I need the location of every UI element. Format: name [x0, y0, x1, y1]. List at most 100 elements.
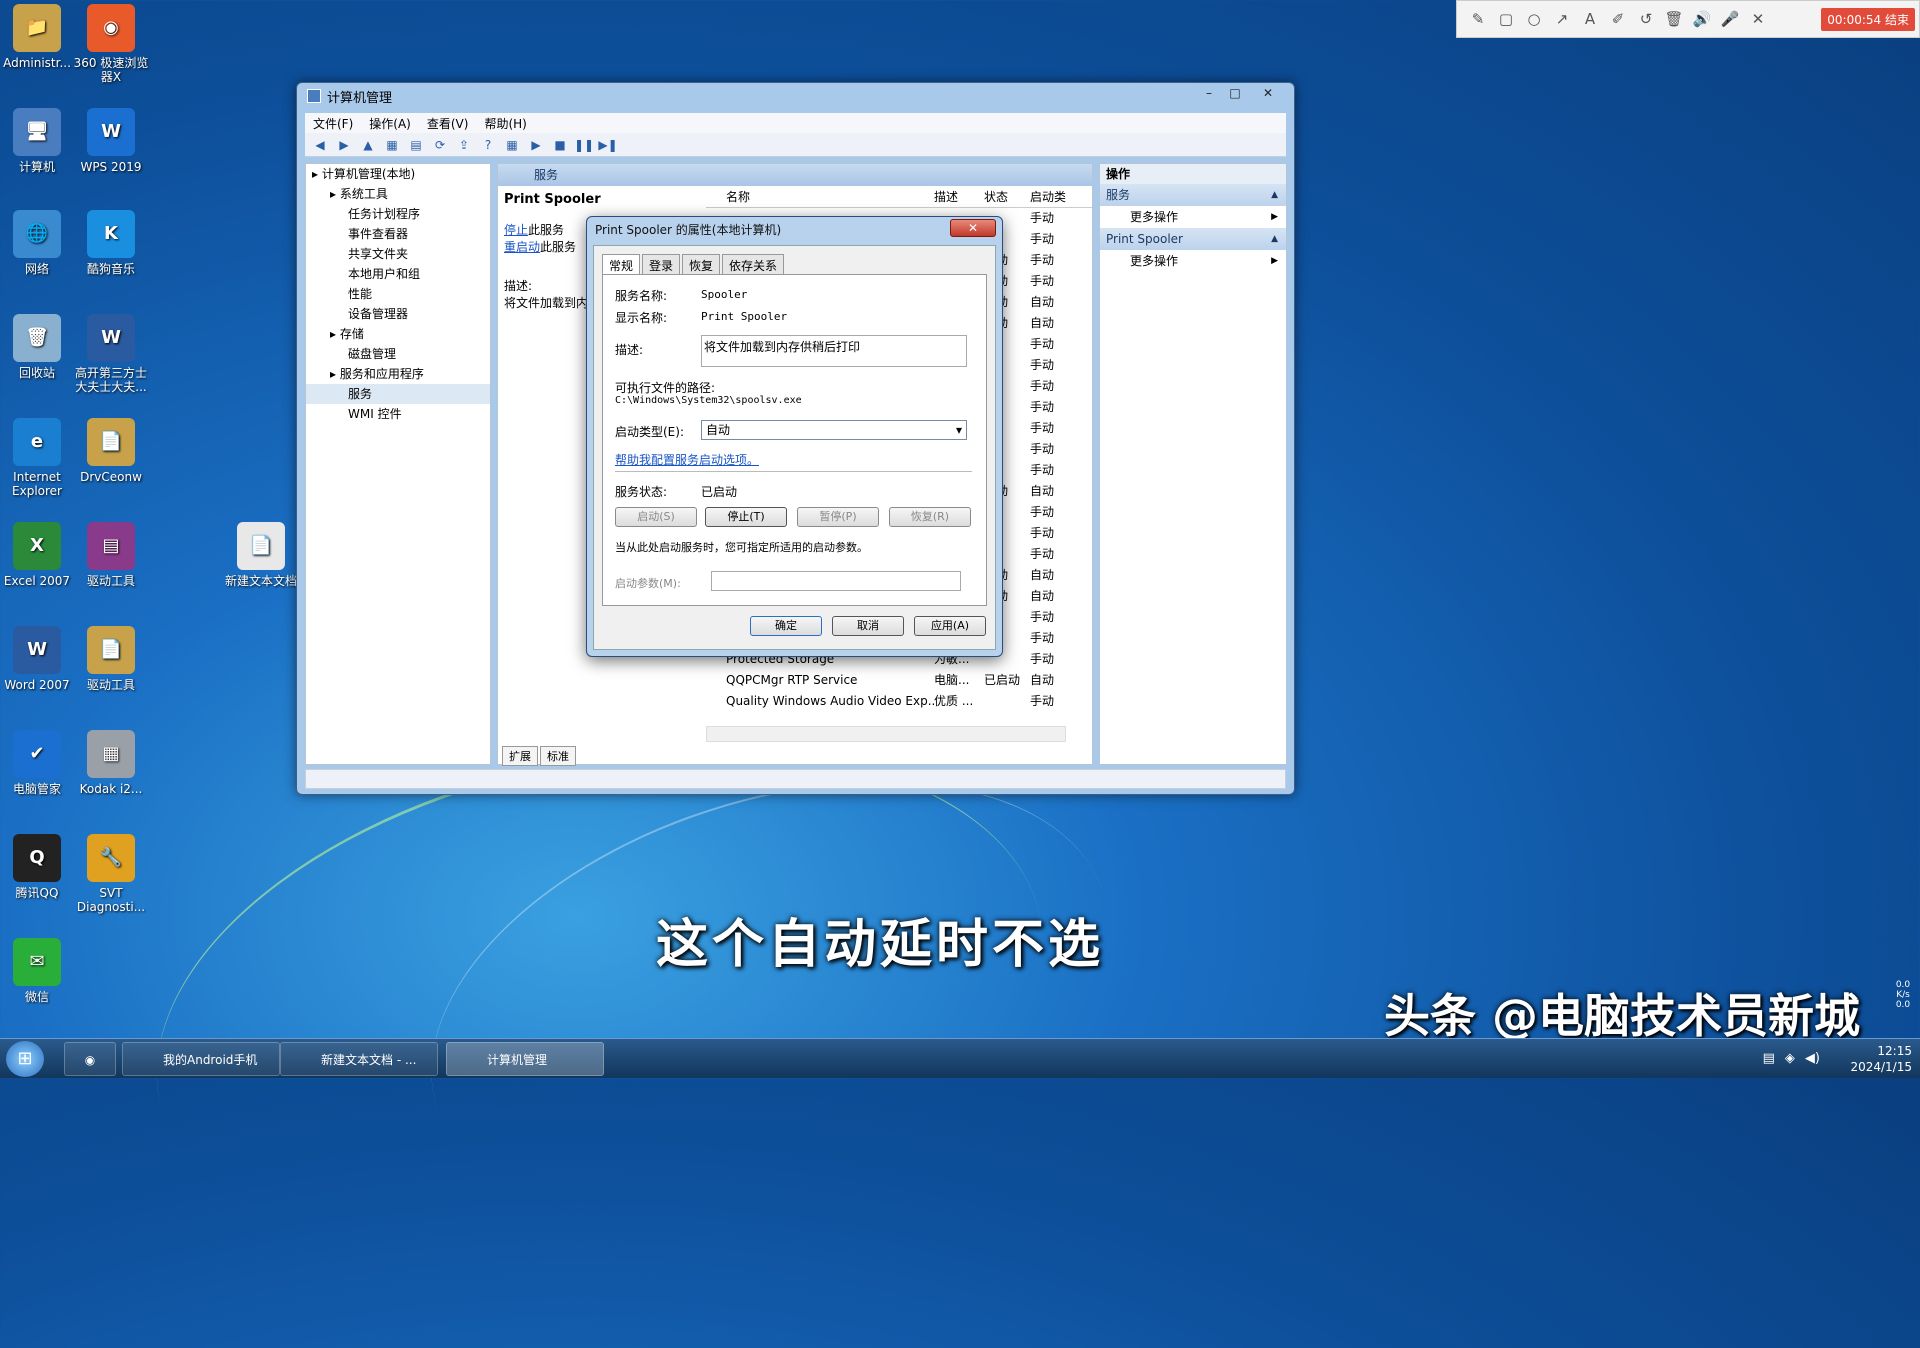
menu-item[interactable]: 操作(A)	[369, 115, 411, 132]
toolbar-button[interactable]: ▦	[383, 137, 401, 153]
dialog-tab[interactable]: 登录	[642, 254, 681, 276]
col-name[interactable]: 名称	[706, 186, 934, 207]
recorder-tool-icon[interactable]: ▢	[1495, 8, 1517, 30]
tree-item[interactable]: 设备管理器	[306, 304, 490, 324]
minimize-button[interactable]: –	[1196, 85, 1222, 103]
dialog-tab[interactable]: 依存关系	[722, 254, 785, 276]
menu-item[interactable]: 查看(V)	[427, 115, 469, 132]
horizontal-scrollbar[interactable]	[706, 726, 1066, 742]
tree-item[interactable]: 本地用户和组	[306, 264, 490, 284]
tree-item[interactable]: 事件查看器	[306, 224, 490, 244]
recorder-tool-icon[interactable]: ✕	[1747, 8, 1769, 30]
table-row[interactable]: QQPCMgr RTP Service 电脑... 已启动 自动	[706, 670, 1092, 691]
maximize-button[interactable]: □	[1222, 85, 1248, 103]
dialog-tab[interactable]: 常规	[602, 254, 641, 276]
toolbar-button[interactable]: ?	[479, 137, 497, 153]
desktop-icon[interactable]: 📄 DrvCeonw	[72, 418, 150, 484]
toolbar-button[interactable]: ▦	[503, 137, 521, 153]
tree-item[interactable]: ▸ 计算机管理(本地)	[306, 164, 490, 184]
description-field[interactable]: 将文件加载到内存供稍后打印	[701, 335, 967, 367]
toolbar-button[interactable]: ▶❚	[598, 137, 617, 153]
toolbar-button[interactable]: ⟳	[431, 137, 449, 153]
desktop-icon[interactable]: W Word 2007	[0, 626, 76, 692]
desktop-icon[interactable]: ▦ Kodak i2...	[72, 730, 150, 796]
tray-network-icon[interactable]: ▤	[1763, 1051, 1775, 1066]
action-section[interactable]: Print Spooler	[1100, 228, 1286, 250]
start-button[interactable]: ⊞	[6, 1041, 44, 1077]
action-more[interactable]: 更多操作	[1100, 250, 1286, 272]
desktop-icon[interactable]: 🔧 SVT Diagnosti...	[72, 834, 150, 914]
window-titlebar[interactable]: 计算机管理	[297, 83, 1294, 109]
apply-button[interactable]: 应用(A)	[914, 616, 986, 636]
taskbar-button[interactable]: 新建文本文档 - ...	[280, 1042, 438, 1076]
startup-help-link[interactable]: 帮助我配置服务启动选项。	[615, 451, 759, 468]
recorder-tool-icon[interactable]: ○	[1523, 8, 1545, 30]
tree-item[interactable]: ▸ 服务和应用程序	[306, 364, 490, 384]
recorder-timer-button[interactable]: 00:00:54 结束	[1821, 7, 1915, 31]
dialog-tab[interactable]: 恢复	[682, 254, 721, 276]
desktop-icon[interactable]: 🖥 计算机	[0, 108, 76, 174]
tray-volume-icon[interactable]: ◀)	[1805, 1051, 1820, 1066]
view-tab[interactable]: 标准	[540, 746, 576, 766]
tree-item[interactable]: ▸ 系统工具	[306, 184, 490, 204]
dialog-close-button[interactable]: ✕	[950, 219, 996, 237]
tree-item[interactable]: 服务	[306, 384, 490, 404]
toolbar-button[interactable]: ▤	[407, 137, 425, 153]
col-state[interactable]: 状态	[984, 186, 1030, 207]
start-service-button[interactable]: 启动(S)	[615, 507, 697, 527]
toolbar-button[interactable]: ◀	[311, 137, 329, 153]
stop-service-link[interactable]: 停止	[504, 223, 528, 237]
toolbar-button[interactable]: ▲	[359, 137, 377, 153]
stop-service-button[interactable]: 停止(T)	[705, 507, 787, 527]
close-button[interactable]: ✕	[1248, 85, 1288, 103]
pause-service-button[interactable]: 暂停(P)	[797, 507, 879, 527]
tree-item[interactable]: ▸ 存储	[306, 324, 490, 344]
desktop-icon[interactable]: ✉ 微信	[0, 938, 76, 1004]
recorder-tool-icon[interactable]: 🗑	[1663, 8, 1685, 30]
tree-item[interactable]: 任务计划程序	[306, 204, 490, 224]
toolbar-button[interactable]: ⇪	[455, 137, 473, 153]
desktop-icon[interactable]: X Excel 2007	[0, 522, 76, 588]
desktop-icon[interactable]: 📄 新建文本文档	[222, 522, 300, 588]
desktop-icon[interactable]: 🗑 回收站	[0, 314, 76, 380]
toolbar-button[interactable]: ■	[551, 137, 569, 153]
tree-item[interactable]: 性能	[306, 284, 490, 304]
desktop-icon[interactable]: W 高开第三方士大夫士大夫...	[72, 314, 150, 394]
startup-type-select[interactable]: 自动	[701, 420, 967, 440]
desktop-icon[interactable]: W WPS 2019	[72, 108, 150, 174]
action-section[interactable]: 服务	[1100, 184, 1286, 206]
action-more[interactable]: 更多操作	[1100, 206, 1286, 228]
recorder-tool-icon[interactable]: ↗	[1551, 8, 1573, 30]
cancel-button[interactable]: 取消	[832, 616, 904, 636]
clock[interactable]: 12:15 2024/1/15	[1850, 1039, 1912, 1079]
desktop-icon[interactable]: Q 腾讯QQ	[0, 834, 76, 900]
tree-item[interactable]: 磁盘管理	[306, 344, 490, 364]
recorder-tool-icon[interactable]: A	[1579, 8, 1601, 30]
tree-item[interactable]: WMI 控件	[306, 404, 490, 424]
menu-item[interactable]: 文件(F)	[313, 115, 353, 132]
desktop-icon[interactable]: ✔ 电脑管家	[0, 730, 76, 796]
menu-item[interactable]: 帮助(H)	[484, 115, 526, 132]
ok-button[interactable]: 确定	[750, 616, 822, 636]
col-desc[interactable]: 描述	[934, 186, 984, 207]
recorder-tool-icon[interactable]: 🎤	[1719, 8, 1741, 30]
desktop-icon[interactable]: K 酷狗音乐	[72, 210, 150, 276]
recorder-tool-icon[interactable]: ✐	[1607, 8, 1629, 30]
recorder-tool-icon[interactable]: ↺	[1635, 8, 1657, 30]
desktop-icon[interactable]: e Internet Explorer	[0, 418, 76, 498]
table-row[interactable]: Quality Windows Audio Video Exp... 优质 ...…	[706, 691, 1092, 712]
start-params-input[interactable]	[711, 571, 961, 591]
taskbar-button[interactable]: 计算机管理	[446, 1042, 604, 1076]
desktop-icon[interactable]: 🌐 网络	[0, 210, 76, 276]
toolbar-button[interactable]: ▶	[335, 137, 353, 153]
taskbar-button[interactable]: 我的Android手机	[122, 1042, 280, 1076]
taskbar-button[interactable]: ◉	[64, 1042, 116, 1076]
desktop-icon[interactable]: ◉ 360 极速浏览器X	[72, 4, 150, 84]
restart-service-link[interactable]: 重启动	[504, 240, 540, 254]
desktop-icon[interactable]: ▤ 驱动工具	[72, 522, 150, 588]
tree-item[interactable]: 共享文件夹	[306, 244, 490, 264]
col-startup[interactable]: 启动类	[1030, 186, 1070, 207]
tray-shield-icon[interactable]: ◈	[1785, 1051, 1795, 1066]
view-tab[interactable]: 扩展	[502, 746, 538, 766]
desktop-icon[interactable]: 📄 驱动工具	[72, 626, 150, 692]
